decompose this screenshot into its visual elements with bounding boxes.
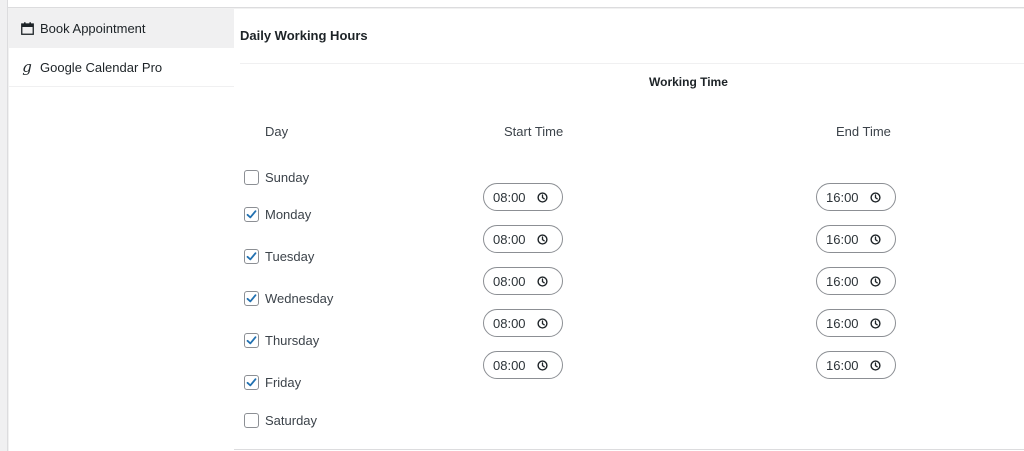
day-label: Friday [265, 375, 302, 390]
divider [240, 63, 1024, 64]
left-edge-strip [0, 0, 8, 451]
day-checkbox-thursday[interactable] [244, 333, 259, 348]
end-time-input-friday[interactable]: 16:00 [816, 351, 896, 379]
clock-icon[interactable] [870, 233, 881, 245]
section-title: Daily Working Hours [240, 28, 368, 43]
end-time-value: 16:00 [826, 315, 859, 331]
start-time-input-monday[interactable]: 08:00 [483, 183, 563, 211]
clock-icon[interactable] [870, 317, 881, 329]
column-header-end-time: End Time [836, 124, 891, 139]
day-checkbox-monday[interactable] [244, 207, 259, 222]
sidebar: Book Appointment g Google Calendar Pro [9, 9, 234, 451]
clock-icon[interactable] [870, 191, 881, 203]
clock-icon[interactable] [537, 359, 548, 371]
day-checkbox-sunday[interactable] [244, 170, 259, 185]
start-time-input-thursday[interactable]: 08:00 [483, 309, 563, 337]
clock-icon[interactable] [537, 191, 548, 203]
day-label: Thursday [265, 333, 320, 348]
end-time-value: 16:00 [826, 231, 859, 247]
google-g-icon: g [22, 58, 32, 76]
end-time-input-wednesday[interactable]: 16:00 [816, 267, 896, 295]
sidebar-item-label: Book Appointment [40, 20, 146, 36]
day-checkbox-wednesday[interactable] [244, 291, 259, 306]
end-time-value: 16:00 [826, 357, 859, 373]
day-label: Wednesday [265, 291, 334, 306]
day-label: Monday [265, 207, 312, 222]
day-row-wednesday: Wednesday [244, 291, 333, 306]
start-time-value: 08:00 [493, 357, 526, 373]
column-header-day: Day [265, 124, 289, 139]
start-time-value: 08:00 [493, 231, 526, 247]
clock-icon[interactable] [537, 233, 548, 245]
start-time-input-wednesday[interactable]: 08:00 [483, 267, 563, 295]
day-row-friday: Friday [244, 375, 301, 390]
day-row-tuesday: Tuesday [244, 249, 314, 264]
calendar-icon [20, 21, 34, 35]
day-row-thursday: Thursday [244, 333, 319, 348]
start-time-input-friday[interactable]: 08:00 [483, 351, 563, 379]
start-time-input-tuesday[interactable]: 08:00 [483, 225, 563, 253]
end-time-value: 16:00 [826, 273, 859, 289]
day-row-sunday: Sunday [244, 170, 309, 185]
clock-icon[interactable] [870, 359, 881, 371]
clock-icon[interactable] [870, 275, 881, 287]
end-time-value: 16:00 [826, 189, 859, 205]
start-time-value: 08:00 [493, 315, 526, 331]
column-header-start-time: Start Time [504, 124, 564, 139]
day-label: Sunday [265, 170, 310, 185]
clock-icon[interactable] [537, 275, 548, 287]
top-bar [8, 0, 1024, 8]
day-label: Saturday [265, 413, 318, 428]
day-row-saturday: Saturday [244, 413, 317, 428]
end-time-input-thursday[interactable]: 16:00 [816, 309, 896, 337]
end-time-input-tuesday[interactable]: 16:00 [816, 225, 896, 253]
sidebar-item-label: Google Calendar Pro [40, 59, 163, 75]
day-label: Tuesday [265, 249, 315, 264]
day-checkbox-friday[interactable] [244, 375, 259, 390]
day-checkbox-saturday[interactable] [244, 413, 259, 428]
end-time-input-monday[interactable]: 16:00 [816, 183, 896, 211]
sidebar-item-google-calendar-pro[interactable]: g Google Calendar Pro [9, 48, 234, 87]
clock-icon[interactable] [537, 317, 548, 329]
day-row-monday: Monday [244, 207, 311, 222]
main-panel: Daily Working Hours Working Time Day Sta… [234, 9, 1024, 451]
working-time-heading: Working Time [649, 75, 728, 89]
sidebar-item-book-appointment[interactable]: Book Appointment [9, 9, 234, 48]
start-time-value: 08:00 [493, 273, 526, 289]
bottom-border [234, 449, 1024, 450]
day-checkbox-tuesday[interactable] [244, 249, 259, 264]
start-time-value: 08:00 [493, 189, 526, 205]
